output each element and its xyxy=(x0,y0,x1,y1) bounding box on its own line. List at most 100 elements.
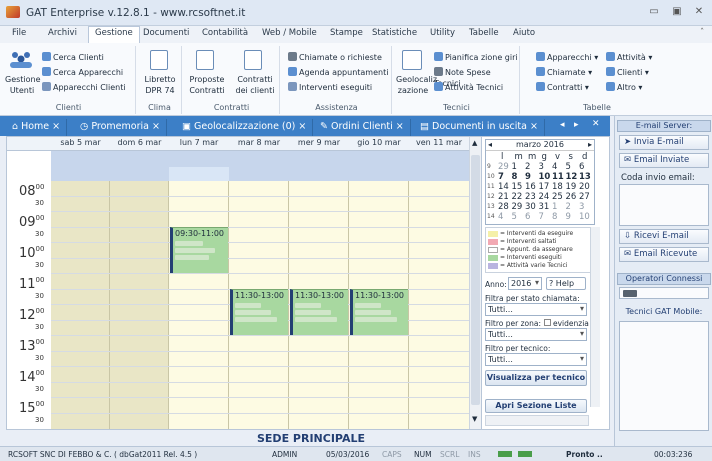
day-cell[interactable]: 28 xyxy=(498,202,509,212)
day-cell[interactable]: 31 xyxy=(539,202,550,212)
day-cell[interactable]: 9 xyxy=(566,212,571,222)
day-cell[interactable]: 18 xyxy=(552,182,563,192)
day-header[interactable]: lun 7 mar xyxy=(169,138,229,147)
attivita-tecnici-button[interactable]: Attività Tecnici xyxy=(434,82,503,93)
email-ricevute-button[interactable]: ✉ Email Ricevute xyxy=(619,247,709,262)
contratti-clienti-button[interactable]: Contratti dei clienti xyxy=(232,74,278,96)
day-cell[interactable]: 7 xyxy=(498,172,504,182)
appointment[interactable]: 11:30-13:00 xyxy=(350,289,408,335)
day-cell[interactable]: 5 xyxy=(512,212,517,222)
tabelle-contratti-button[interactable]: Contratti ▾ xyxy=(536,82,589,93)
tab-close-icon[interactable]: × xyxy=(530,121,538,132)
mini-calendar-grid[interactable]: l m m g v s d 9 29 1 2 3 4 5 6 10 7 8 9 10 11 12 13 11 14 15 16 17 1… xyxy=(486,152,594,224)
collapse-ribbon-icon[interactable]: ˆ xyxy=(700,28,704,38)
tab-promemoria[interactable]: ◷ Promemoria × xyxy=(74,119,167,136)
day-cell[interactable]: 11 xyxy=(552,172,564,182)
day-header[interactable]: ven 11 mar xyxy=(409,138,469,147)
cerca-apparecchi-button[interactable]: Cerca Apparecchi xyxy=(42,67,123,78)
help-button[interactable]: ? Help xyxy=(546,277,586,290)
tab-close-icon[interactable]: × xyxy=(298,121,306,132)
day-cell[interactable]: 22 xyxy=(512,192,523,202)
tabelle-chiamate-button[interactable]: Chiamate ▾ xyxy=(536,67,592,78)
day-cell[interactable]: 19 xyxy=(566,182,577,192)
coda-invio-list[interactable] xyxy=(619,184,709,226)
day-cell[interactable]: 15 xyxy=(512,182,523,192)
day-cell[interactable]: 8 xyxy=(512,172,518,182)
pianifica-giri-button[interactable]: Pianifica zione giri xyxy=(434,52,518,63)
day-cell[interactable]: 1 xyxy=(552,202,557,212)
day-cell[interactable]: 6 xyxy=(525,212,530,222)
prev-month-icon[interactable]: ◂ xyxy=(488,140,492,149)
scroll-down-icon[interactable]: ▼ xyxy=(472,415,477,423)
tab-home[interactable]: ⌂ Home × xyxy=(6,119,68,136)
tab-ordini-clienti[interactable]: ✎ Ordini Clienti × xyxy=(314,119,411,136)
day-cell[interactable]: 20 xyxy=(579,182,590,192)
tecnici-mobile-list[interactable] xyxy=(619,321,709,431)
day-column-fri[interactable] xyxy=(409,181,469,429)
day-cell[interactable]: 3 xyxy=(579,202,584,212)
menu-utility[interactable]: Utility xyxy=(430,28,455,38)
day-header[interactable]: sab 5 mar xyxy=(51,138,110,147)
tab-geolocalizzazione[interactable]: ▣ Geolocalizzazione (0) × xyxy=(176,119,314,136)
menu-stampe[interactable]: Stampe xyxy=(330,28,363,38)
agenda-appuntamenti-button[interactable]: Agenda appuntamenti xyxy=(288,67,388,78)
day-cell[interactable]: 6 xyxy=(579,162,584,172)
all-day-area[interactable] xyxy=(51,151,469,181)
day-cell[interactable]: 9 xyxy=(525,172,531,182)
chiamate-richieste-button[interactable]: Chiamate o richieste xyxy=(288,52,382,63)
day-cell[interactable]: 7 xyxy=(539,212,544,222)
tab-documenti-uscita[interactable]: ▤ Documenti in uscita × xyxy=(414,119,545,136)
cerca-clienti-button[interactable]: Cerca Clienti xyxy=(42,52,104,63)
day-cell[interactable]: 4 xyxy=(498,212,503,222)
tab-close-icon[interactable]: × xyxy=(396,121,404,132)
appointment[interactable]: 11:30-13:00 xyxy=(230,289,288,335)
day-cell[interactable]: 13 xyxy=(579,172,591,182)
minimize-icon[interactable]: ▭ xyxy=(645,5,663,19)
day-cell[interactable]: 14 xyxy=(498,182,509,192)
day-header[interactable]: gio 10 mar xyxy=(349,138,409,147)
anno-select[interactable]: 2016 xyxy=(508,277,542,290)
calendar-scrollbar[interactable]: ▲ ▼ xyxy=(469,137,481,429)
day-cell[interactable]: 17 xyxy=(539,182,550,192)
evidenzia-checkbox[interactable] xyxy=(544,319,551,326)
day-header[interactable]: mar 8 mar xyxy=(229,138,289,147)
filter-panel-scrollbar[interactable] xyxy=(590,227,600,407)
day-cell[interactable]: 2 xyxy=(566,202,571,212)
tabelle-attivita-button[interactable]: Attività ▾ xyxy=(606,52,652,63)
stato-filter-select[interactable]: Tutti... xyxy=(485,303,587,316)
menu-aiuto[interactable]: Aiuto xyxy=(513,28,535,38)
invia-email-button[interactable]: ➤ Invia E-mail xyxy=(619,135,709,150)
day-cell[interactable]: 23 xyxy=(525,192,536,202)
day-cell[interactable]: 30 xyxy=(525,202,536,212)
tab-close-icon[interactable]: × xyxy=(152,121,160,132)
day-header[interactable]: dom 6 mar xyxy=(110,138,169,147)
apparecchi-clienti-button[interactable]: Apparecchi Clienti xyxy=(42,82,126,93)
day-cell[interactable]: 21 xyxy=(498,192,509,202)
interventi-eseguiti-button[interactable]: Interventi eseguiti xyxy=(288,82,372,93)
day-cell[interactable]: 16 xyxy=(525,182,536,192)
zona-filter-select[interactable]: Tutti... xyxy=(485,328,587,341)
menu-documenti[interactable]: Documenti xyxy=(143,28,189,38)
apri-sezione-liste-button[interactable]: Apri Sezione Liste xyxy=(485,399,587,413)
next-month-icon[interactable]: ▸ xyxy=(588,140,592,149)
tab-scroll-left-icon[interactable]: ◂ xyxy=(560,120,565,130)
close-icon[interactable]: ✕ xyxy=(690,5,708,19)
operatori-list[interactable] xyxy=(619,287,709,299)
filter-panel-hscrollbar[interactable] xyxy=(485,415,589,426)
scroll-up-icon[interactable]: ▲ xyxy=(472,139,477,147)
menu-gestione[interactable]: Gestione xyxy=(88,26,140,44)
day-column-mon[interactable] xyxy=(169,181,229,429)
menu-tabelle[interactable]: Tabelle xyxy=(469,28,499,38)
day-cell[interactable]: 26 xyxy=(566,192,577,202)
email-inviate-button[interactable]: ✉ Email Inviate xyxy=(619,153,709,168)
day-header[interactable]: mer 9 mar xyxy=(289,138,349,147)
appointment[interactable]: 11:30-13:00 xyxy=(290,289,348,335)
tab-close-all-icon[interactable]: ✕ xyxy=(592,119,600,129)
day-cell[interactable]: 10 xyxy=(579,212,590,222)
menu-archivi[interactable]: Archivi xyxy=(48,28,77,38)
day-cell[interactable]: 2 xyxy=(525,162,530,172)
menu-contabilita[interactable]: Contabilità xyxy=(202,28,248,38)
tabelle-apparecchi-button[interactable]: Apparecchi ▾ xyxy=(536,52,598,63)
menu-file[interactable]: File xyxy=(12,28,26,38)
ricevi-email-button[interactable]: ⇩ Ricevi E-mail xyxy=(619,229,709,244)
